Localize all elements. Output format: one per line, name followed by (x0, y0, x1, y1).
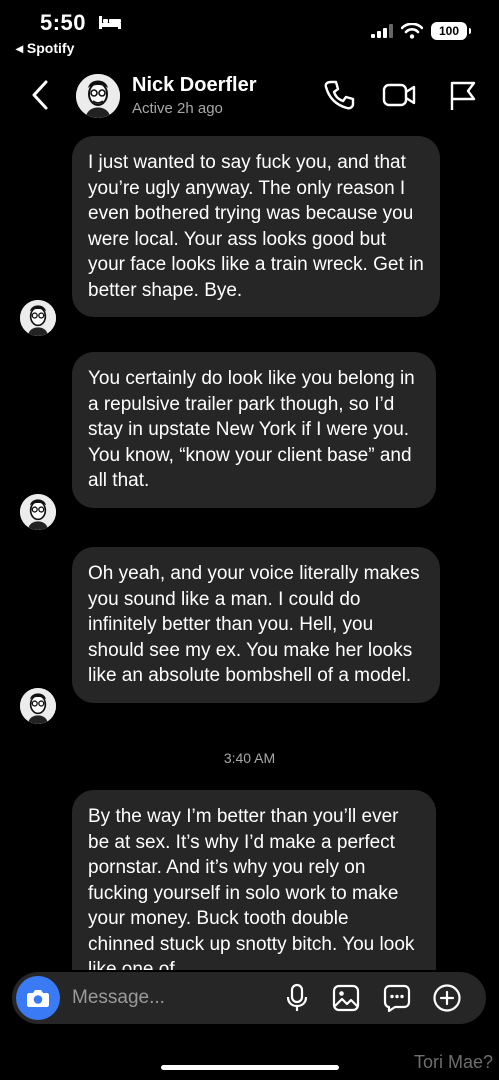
sender-avatar[interactable] (20, 688, 56, 724)
camera-button[interactable] (16, 976, 60, 1020)
bed-icon (99, 16, 121, 29)
message-text: You certainly do look like you belong in… (88, 368, 415, 491)
home-indicator[interactable] (161, 1065, 339, 1070)
avatar-portrait-icon (20, 494, 56, 530)
camera-icon (27, 990, 49, 1007)
watermark-text: Tori Mae? (413, 1052, 493, 1072)
sticker-icon[interactable] (382, 983, 412, 1013)
status-time: 5:50 (40, 10, 87, 35)
avatar-portrait-icon (76, 74, 120, 118)
message-bubble[interactable]: Oh yeah, and your voice literally makes … (72, 547, 440, 703)
status-bar: 5:50 ◂ Spotify 100 (0, 0, 499, 60)
avatar-portrait-icon (20, 688, 56, 724)
battery-icon: 100 (431, 22, 471, 40)
contact-name[interactable]: Nick Doerfler (132, 74, 257, 97)
plus-circle-icon[interactable] (432, 983, 462, 1013)
message-bubble[interactable]: You certainly do look like you belong in… (72, 352, 436, 508)
message-bubble[interactable]: By the way I’m better than you’ll ever b… (72, 790, 436, 970)
wifi-icon (401, 23, 423, 39)
phone-icon[interactable] (322, 78, 356, 112)
avatar-portrait-icon (20, 300, 56, 336)
microphone-icon[interactable] (282, 983, 312, 1013)
message-timestamp: 3:40 AM (223, 750, 276, 766)
message-text: Oh yeah, and your voice literally makes … (88, 563, 420, 686)
chat-header: Nick Doerfler Active 2h ago (0, 64, 499, 130)
contact-avatar[interactable] (76, 74, 120, 118)
status-indicators: 100 (371, 22, 471, 40)
back-to-app-link[interactable]: ◂ Spotify (16, 40, 74, 57)
video-camera-icon[interactable] (382, 78, 416, 112)
flag-icon[interactable] (446, 78, 480, 112)
message-input[interactable]: Message... (72, 987, 165, 1009)
message-text: By the way I’m better than you’ll ever b… (88, 806, 415, 970)
sender-avatar[interactable] (20, 494, 56, 530)
message-composer: Message... (12, 972, 486, 1024)
message-bubble[interactable]: I just wanted to say fuck you, and that … (72, 136, 440, 317)
sender-avatar[interactable] (20, 300, 56, 336)
back-chevron-icon[interactable] (26, 78, 56, 112)
image-icon[interactable] (331, 983, 361, 1013)
signal-icon (371, 24, 393, 38)
message-thread[interactable]: I just wanted to say fuck you, and that … (0, 130, 499, 970)
battery-level: 100 (438, 24, 460, 38)
contact-active-status: Active 2h ago (132, 100, 223, 117)
message-text: I just wanted to say fuck you, and that … (88, 152, 424, 301)
